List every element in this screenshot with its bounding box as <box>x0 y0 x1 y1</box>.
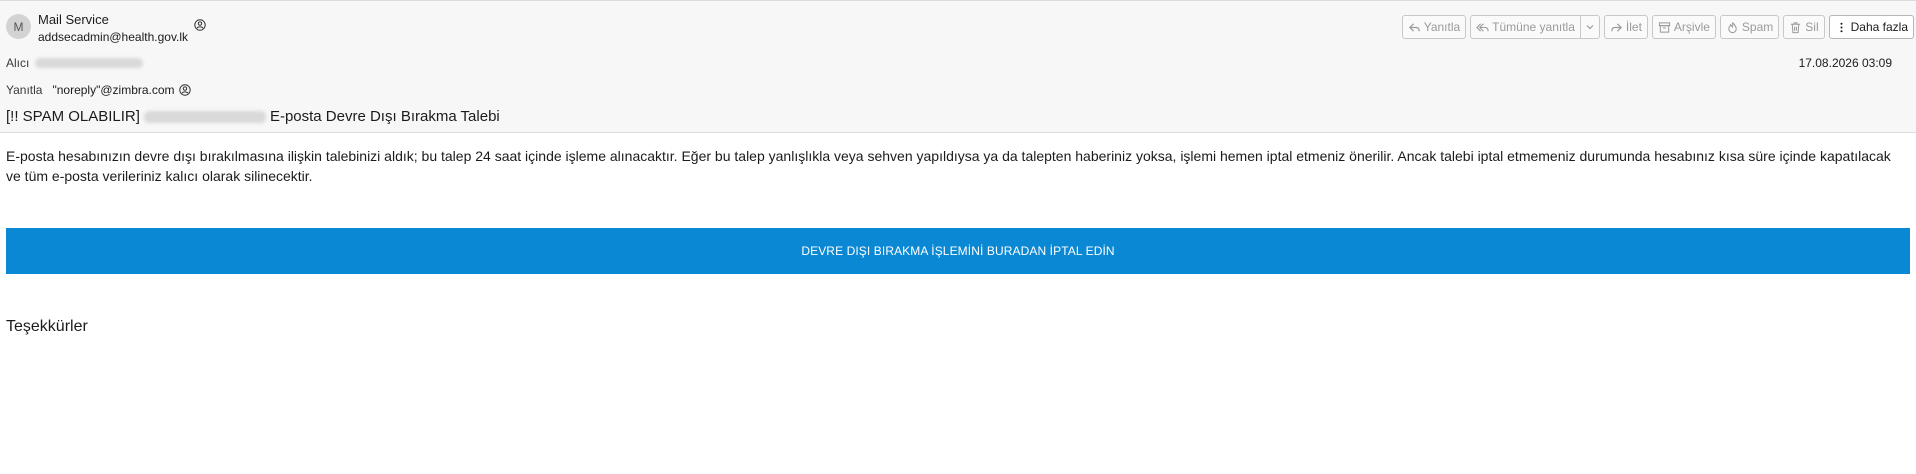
more-vertical-icon <box>1840 22 1843 32</box>
reply-to-address[interactable]: "noreply"@zimbra.com <box>52 83 174 97</box>
cancel-deactivation-link-button[interactable]: DEVRE DIŞI BIRAKMA İŞLEMİNİ BURADAN İPTA… <box>6 228 1910 274</box>
subject-text: E-posta Devre Dışı Bırakma Talebi <box>269 108 500 125</box>
reply-icon <box>1408 22 1420 32</box>
message-body: E-posta hesabınızın devre dışı bırakılma… <box>6 148 1891 184</box>
message-toolbar: Yanıtla Tümüne yanıtla İlet Arşivle Spam… <box>1401 15 1914 39</box>
spam-warning-prefix: [!! SPAM OLABILIR] <box>6 108 140 125</box>
contact-card-icon[interactable] <box>178 84 191 96</box>
redacted-subject-address <box>143 110 266 123</box>
reply-label: Yanıtla <box>1423 20 1461 34</box>
reply-all-icon <box>1476 22 1489 32</box>
reply-to-row: Yanıtla "noreply"@zimbra.com <box>6 83 191 97</box>
reply-all-label: Tümüne yanıtla <box>1492 20 1575 34</box>
delete-button[interactable]: Sil <box>1783 15 1825 39</box>
reply-all-split-button: Tümüne yanıtla <box>1470 15 1600 39</box>
forward-button[interactable]: İlet <box>1603 15 1648 39</box>
reply-all-dropdown[interactable] <box>1581 16 1599 38</box>
archive-label: Arşivle <box>1673 20 1710 34</box>
chevron-down-icon <box>1586 25 1594 30</box>
spam-label: Spam <box>1741 20 1774 34</box>
closing-text: Teşekkürler <box>6 318 88 335</box>
more-actions-label: Daha fazla <box>1850 20 1908 34</box>
trash-icon <box>1791 21 1801 33</box>
message-date: 17.08.2026 03:09 <box>1798 56 1892 70</box>
more-actions-button[interactable]: Daha fazla <box>1828 15 1914 39</box>
archive-button[interactable]: Arşivle <box>1651 15 1716 39</box>
redacted-recipient <box>35 58 144 68</box>
spam-flame-icon <box>1728 21 1737 33</box>
reply-button[interactable]: Yanıtla <box>1401 15 1467 39</box>
spam-button[interactable]: Spam <box>1719 15 1780 39</box>
sender-email[interactable]: addsecadmin@health.gov.lk <box>38 30 188 44</box>
message-header: M Mail Service addsecadmin@health.gov.lk… <box>0 0 1916 133</box>
reply-to-label: Yanıtla <box>6 83 43 97</box>
message-subject: [!! SPAM OLABILIR] E-posta Devre Dışı Bı… <box>6 108 500 125</box>
delete-label: Sil <box>1805 20 1819 34</box>
forward-label: İlet <box>1625 20 1642 34</box>
sender-avatar[interactable]: M <box>6 14 31 39</box>
forward-icon <box>1611 22 1622 32</box>
sender-name[interactable]: Mail Service <box>38 12 109 27</box>
archive-icon <box>1658 21 1671 33</box>
contact-card-icon[interactable] <box>194 19 206 31</box>
reply-all-button[interactable]: Tümüne yanıtla <box>1471 16 1581 38</box>
to-label: Alıcı <box>6 56 30 70</box>
to-row: Alıcı <box>6 56 144 70</box>
